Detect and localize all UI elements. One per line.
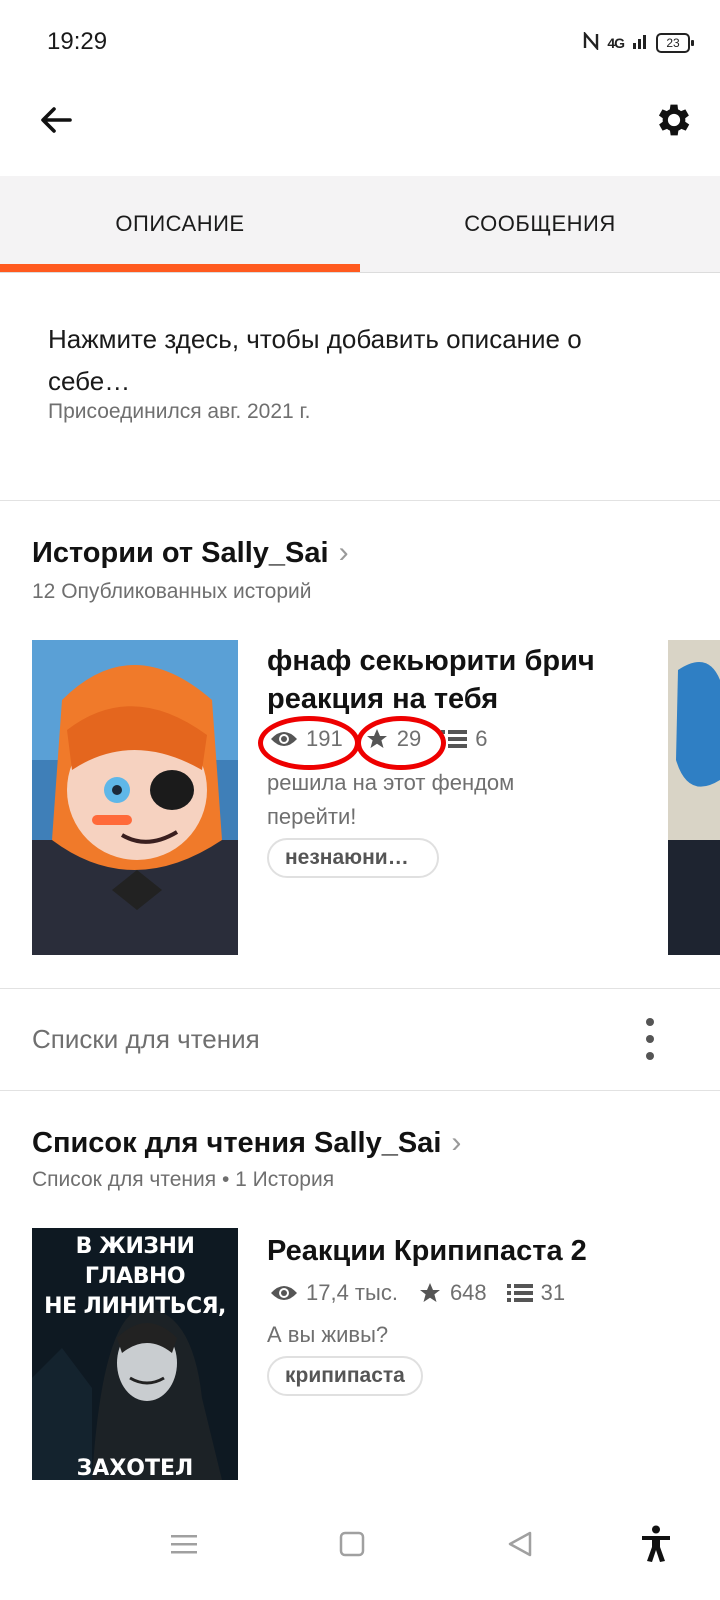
votes-count: 648: [449, 1280, 487, 1305]
tab-description[interactable]: ОПИСАНИЕ: [0, 176, 360, 272]
accessibility-button[interactable]: [626, 1514, 686, 1574]
star-icon: [419, 1283, 440, 1302]
next-story-cover[interactable]: [668, 640, 720, 955]
active-tab-indicator: [0, 264, 360, 272]
menu-icon: [171, 1535, 197, 1554]
story-cover-creepypasta[interactable]: В ЖИЗНИ ГЛАВНО НЕ ЛИНИТЬСЯ, ЗАХОТЕЛ ПОСП…: [32, 1228, 238, 1480]
red-annotation-votes: [356, 716, 446, 770]
reading-list-subtitle: Список для чтения • 1 История: [32, 1168, 335, 1191]
divider: [0, 988, 720, 989]
nav-back-button[interactable]: [490, 1514, 550, 1574]
story-cover-fnaf[interactable]: [32, 640, 238, 955]
chevron-right-icon: ›: [451, 1126, 462, 1159]
list-icon: [506, 1284, 533, 1302]
reading-list-story-title[interactable]: Реакции Крипипаста 2: [267, 1232, 687, 1270]
add-description-prompt[interactable]: Нажмите здесь, чтобы добавить описание о…: [48, 318, 668, 402]
more-vertical-icon: [646, 1018, 654, 1026]
story-description: решила на этот фендом перейти!: [267, 770, 515, 829]
parts-count: 6: [475, 726, 488, 751]
story-tag[interactable]: незнаюни…: [267, 838, 439, 878]
parts-stat: 31: [506, 1280, 566, 1306]
more-dot: [646, 1035, 654, 1043]
more-options-button[interactable]: [636, 1018, 664, 1060]
reading-list-story-description: А вы живы?: [267, 1322, 389, 1347]
tab-messages[interactable]: СООБЩЕНИЯ: [360, 176, 720, 272]
chevron-right-icon: ›: [338, 536, 349, 569]
reading-list-story-tag[interactable]: крипипаста: [267, 1356, 423, 1396]
home-button[interactable]: [322, 1514, 382, 1574]
views-stat: 17,4 тыс.: [270, 1280, 398, 1306]
parts-count: 31: [540, 1280, 566, 1305]
stories-title-text: Истории от Sally_Sai: [32, 536, 329, 569]
settings-button[interactable]: [650, 96, 698, 144]
network-type: 4G: [607, 35, 625, 51]
divider: [0, 500, 720, 501]
recent-apps-button[interactable]: [154, 1514, 214, 1574]
reading-lists-label: Списки для чтения: [32, 1024, 260, 1054]
stories-count: 12 Опубликованных историй: [32, 580, 312, 603]
battery-icon: 23: [656, 33, 694, 53]
more-dot: [646, 1052, 654, 1060]
reading-list-title[interactable]: Список для чтения Sally_Sai ›: [32, 1126, 461, 1160]
back-triangle-icon: [508, 1531, 532, 1557]
joined-date: Присоединился авг. 2021 г.: [48, 400, 311, 423]
battery-level: 23: [666, 36, 680, 50]
home-square-icon: [339, 1531, 365, 1557]
red-annotation-views: [258, 716, 360, 770]
story-title[interactable]: фнаф секьюрити брич реакция на тебя: [267, 642, 667, 718]
system-nav-bar: [0, 1496, 720, 1600]
profile-tabs: ОПИСАНИЕ СООБЩЕНИЯ: [0, 176, 720, 273]
reading-list-story-stats: 17,4 тыс. 648 31: [270, 1280, 585, 1306]
accessibility-icon: [642, 1525, 670, 1562]
parts-stat: 6: [441, 726, 487, 752]
status-icons: 4G 23: [583, 30, 694, 56]
cover-caption-line: В ЖИЗНИ ГЛАВНО: [75, 1234, 195, 1289]
votes-stat: 648: [418, 1280, 487, 1306]
back-button[interactable]: [32, 96, 80, 144]
nfc-icon: [583, 30, 599, 55]
stories-section-title[interactable]: Истории от Sally_Sai ›: [32, 536, 349, 570]
cover-caption: В ЖИЗНИ ГЛАВНО НЕ ЛИНИТЬСЯ,: [32, 1232, 238, 1322]
reading-list-title-text: Список для чтения Sally_Sai: [32, 1126, 442, 1159]
divider: [0, 1090, 720, 1091]
arrow-left-icon: [41, 107, 72, 133]
status-time: 19:29: [47, 28, 108, 55]
signal-icon: [632, 33, 648, 54]
gear-icon: [658, 104, 690, 136]
views-count: 17,4 тыс.: [306, 1280, 398, 1305]
eye-icon: [271, 1286, 297, 1300]
cover-caption-bottom: ЗАХОТЕЛ ПОСПАТ: [76, 1456, 194, 1480]
cover-caption-line: НЕ ЛИНИТЬСЯ,: [44, 1294, 226, 1319]
